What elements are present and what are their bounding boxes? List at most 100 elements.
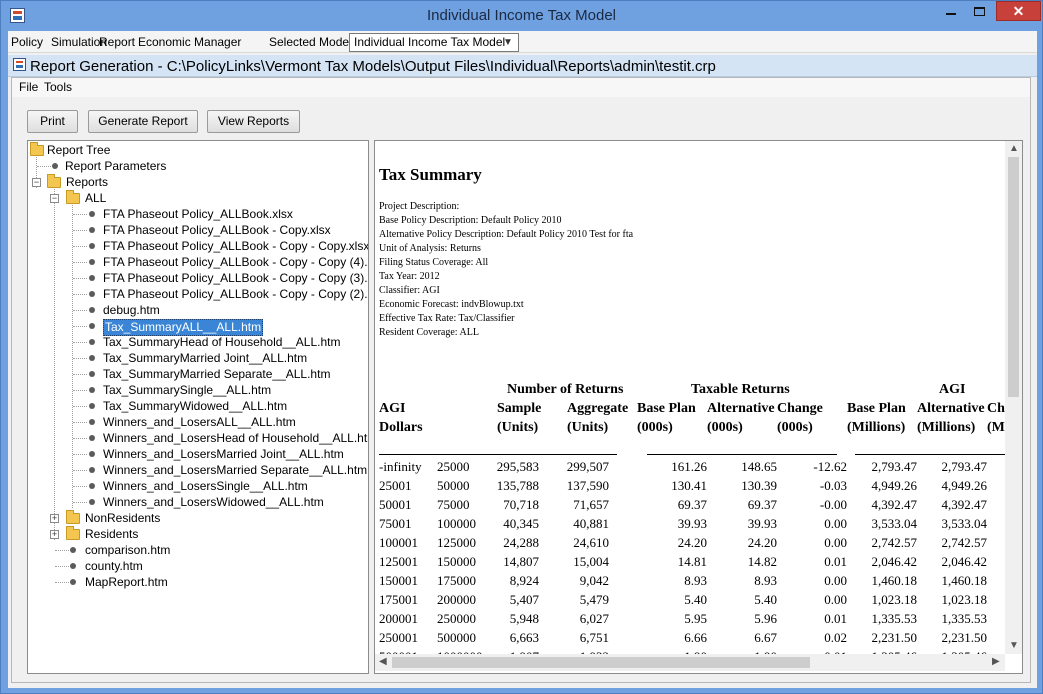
table-cell: -infinity (379, 459, 422, 474)
tree-item-label: Tax_SummaryWidowed__ALL.htm (103, 399, 288, 413)
window-title: Individual Income Tax Model (427, 7, 616, 24)
tree-item-label: FTA Phaseout Policy_ALLBook - Copy - Cop… (103, 239, 369, 253)
tree-item-label: FTA Phaseout Policy_ALLBook.xlsx (103, 207, 293, 221)
col-header-agi: AGI (379, 401, 406, 416)
table-cell: 1,023.18 (941, 592, 988, 607)
menu-report[interactable]: Report (99, 35, 135, 49)
table-cell: 0.00 (824, 516, 847, 531)
table-cell: 5.40 (754, 592, 777, 607)
expand-icon[interactable]: + (50, 530, 59, 539)
table-cell: 24.20 (677, 535, 707, 550)
vertical-scroll-thumb[interactable] (1008, 157, 1019, 397)
table-cell: 24,610 (573, 535, 609, 550)
table-cell: 161.26 (671, 459, 707, 474)
report-description-line: Alternative Policy Description: Default … (379, 229, 634, 240)
table-row: 150001 175000 8,924 9,042 8.93 8.93 0.00 1,460.… (375, 573, 1005, 592)
scroll-left-icon[interactable]: ◀ (379, 656, 387, 667)
report-window-title: Report Generation - C:\PolicyLinks\Vermo… (30, 58, 716, 75)
report-description-line: Unit of Analysis: Returns (379, 243, 481, 254)
header-rule (647, 454, 837, 455)
table-cell: 2,046.42 (871, 554, 918, 569)
table-cell: 6.66 (684, 630, 707, 645)
table-cell: 250001 (379, 630, 418, 645)
table-cell: 299,507 (566, 459, 609, 474)
col-header-alternative: Alternative (707, 401, 775, 416)
report-window-icon (13, 58, 26, 71)
table-cell: 0.00 (824, 592, 847, 607)
tree-item-label: Reports (66, 175, 109, 189)
table-cell: -12.62 (813, 459, 847, 474)
scroll-right-icon[interactable]: ▶ (992, 656, 1000, 667)
tree-item-label: Tax_SummarySingle__ALL.htm (103, 383, 272, 397)
table-cell: -0.03 (819, 478, 847, 493)
selected-model-label: Selected Model: (269, 35, 356, 49)
report-vertical-scrollbar[interactable]: ▲ ▼ (1005, 141, 1022, 654)
folder-icon (30, 142, 44, 156)
bullet-icon (70, 563, 76, 569)
table-cell: 75001 (379, 516, 412, 531)
model-select[interactable]: Individual Income Tax Model ▼ (349, 33, 519, 52)
menu-tools[interactable]: Tools (44, 80, 72, 94)
view-reports-button[interactable]: View Reports (207, 110, 300, 133)
table-cell: 3,533.04 (871, 516, 918, 531)
minimize-button[interactable] (938, 1, 964, 21)
table-cell: 8,924 (509, 573, 539, 588)
table-cell: 0.00 (824, 573, 847, 588)
col-header-agi-alternative: Alternative (917, 401, 985, 416)
scroll-down-icon[interactable]: ▼ (1009, 640, 1019, 651)
table-cell: 125001 (379, 554, 418, 569)
table-cell: 2,793.47 (871, 459, 918, 474)
tree-item-label: Winners_and_LosersMarried Separate__ALL.… (103, 463, 368, 477)
tree-connector (72, 202, 73, 508)
col-header-agi-alternative-units: (Millions) (917, 420, 976, 435)
main-menubar: Policy Simulation Report Economic Manage… (8, 31, 1037, 53)
title-bar[interactable]: Individual Income Tax Model ✕ (1, 1, 1042, 31)
menu-policy[interactable]: Policy (11, 35, 43, 49)
report-viewer[interactable]: Tax Summary Project Description: Base Pol… (374, 140, 1023, 674)
scroll-up-icon[interactable]: ▲ (1009, 143, 1019, 154)
folder-icon (66, 510, 80, 524)
report-tree[interactable]: Report Tree Report Parameters − Reports … (27, 140, 369, 674)
model-select-value: Individual Income Tax Model (354, 35, 506, 49)
bullet-icon (52, 163, 58, 169)
report-horizontal-scrollbar[interactable]: ◀ ▶ (375, 654, 1005, 671)
table-cell: 135,788 (496, 478, 539, 493)
report-title: Tax Summary (379, 165, 482, 184)
table-cell: 40,345 (503, 516, 539, 531)
table-row: 25001 50000 135,788 137,590 130.41 130.39 -0.0… (375, 478, 1005, 497)
table-row: 50001 75000 70,718 71,657 69.37 69.37 -0.00 4,3… (375, 497, 1005, 516)
table-cell: 0.00 (824, 535, 847, 550)
table-cell: 4,392.47 (941, 497, 988, 512)
generate-report-button[interactable]: Generate Report (88, 110, 198, 133)
table-cell: 25001 (379, 478, 412, 493)
collapse-icon[interactable]: − (50, 194, 59, 203)
tree-item-label: Winners_and_LosersALL__ALL.htm (103, 415, 296, 429)
tree-item-label: Residents (85, 527, 139, 541)
table-row: 250001 500000 6,663 6,751 6.66 6.67 0.02 2,231.… (375, 630, 1005, 649)
table-cell: 5.95 (684, 611, 707, 626)
menu-file[interactable]: File (19, 80, 38, 94)
table-cell: 70,718 (503, 497, 539, 512)
report-description-line: Economic Forecast: indvBlowup.txt (379, 299, 524, 310)
col-header-agi-dollars: Dollars (379, 420, 423, 435)
table-cell: 6,751 (579, 630, 609, 645)
horizontal-scroll-thumb[interactable] (392, 657, 810, 668)
expand-icon[interactable]: + (50, 514, 59, 523)
menu-economic-manager[interactable]: Economic Manager (138, 35, 241, 49)
report-window-title-bar[interactable]: Report Generation - C:\PolicyLinks\Vermo… (8, 55, 1037, 77)
maximize-button[interactable] (966, 1, 992, 21)
table-cell: 175001 (379, 592, 418, 607)
table-cell: 0.01 (824, 554, 847, 569)
bullet-icon (89, 451, 95, 457)
table-cell: 100001 (379, 535, 418, 550)
close-button[interactable]: ✕ (996, 1, 1041, 21)
tree-item-label: Tax_SummaryMarried Joint__ALL.htm (103, 351, 308, 365)
collapse-icon[interactable]: − (32, 178, 41, 187)
print-button[interactable]: Print (27, 110, 78, 133)
tree-item-label: Tax_SummaryALL__ALL.htm (103, 319, 264, 336)
report-content: Tax Summary Project Description: Base Pol… (375, 141, 1005, 654)
tree-connector (54, 186, 55, 540)
bullet-icon (89, 307, 95, 313)
col-header-aggregate: Aggregate (567, 401, 629, 416)
table-cell: 24.20 (747, 535, 777, 550)
